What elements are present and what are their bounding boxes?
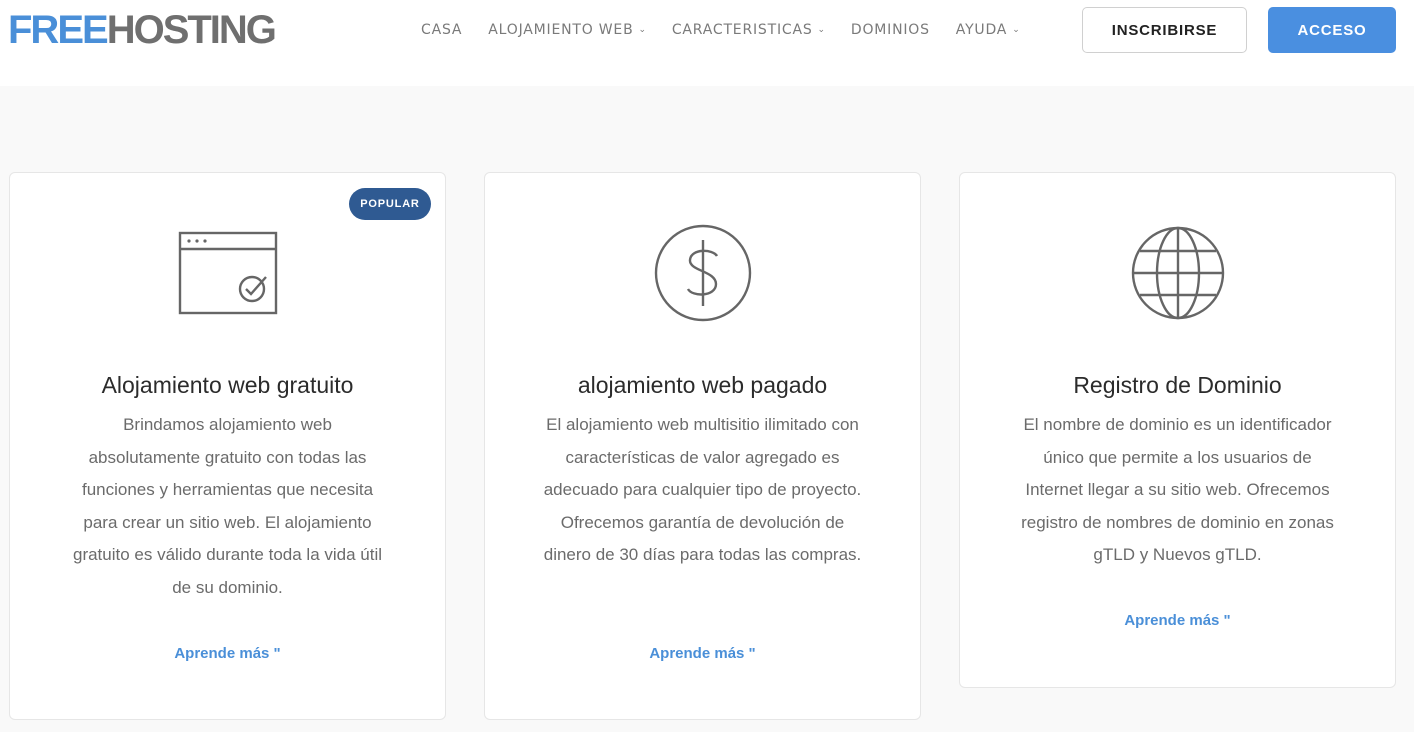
nav-label-alojamiento-web: ALOJAMIENTO WEB [488,22,634,38]
learn-more-link[interactable]: Aprende más " [485,645,920,662]
nav-label-ayuda: AYUDA [955,22,1008,38]
dollar-coin-icon [653,223,753,323]
card-description: El alojamiento web multisitio ilimitado … [543,415,862,565]
card-title: alojamiento web pagado [577,372,828,398]
chevron-down-icon: ⌄ [638,25,647,35]
popular-badge: POPULAR [349,188,431,220]
login-button[interactable]: ACCESO [1268,7,1396,53]
nav-item-alojamiento-web[interactable]: ALOJAMIENTO WEB ⌄ [488,22,647,38]
logo-part-free: FREE [8,8,109,52]
learn-more-link[interactable]: Aprende más " [960,612,1395,629]
freehosting-logo[interactable]: FREEHOSTING [8,8,277,52]
site-header: FREEHOSTING CASA ALOJAMIENTO WEB ⌄ CARAC… [0,0,1414,86]
card-domain-registration: Registro de Dominio El nombre de dominio… [959,172,1396,688]
card-description: Brindamos alojamiento web absolutamente … [72,415,383,597]
nav-label-caracteristicas: CARACTERISTICAS [671,22,813,38]
nav-label-casa: CASA [421,22,463,38]
nav-item-ayuda[interactable]: AYUDA ⌄ [956,22,1021,38]
card-free-hosting: POPULAR Alojamiento web gratuito Brindam… [9,172,446,720]
nav-label-dominios: DOMINIOS [850,22,930,38]
main-nav: CASA ALOJAMIENTO WEB ⌄ CARACTERISTICAS ⌄… [421,19,1021,41]
card-description: El nombre de dominio es un identificador… [1021,415,1334,565]
chevron-down-icon: ⌄ [817,25,826,35]
chevron-down-icon: ⌄ [1012,25,1021,35]
nav-item-dominios[interactable]: DOMINIOS [851,22,930,38]
globe-icon [1128,223,1228,323]
learn-more-link[interactable]: Aprende más " [10,645,445,662]
logo-part-hosting: HOSTING [106,8,277,52]
nav-item-casa[interactable]: CASA [421,22,462,38]
signup-button[interactable]: INSCRIBIRSE [1082,7,1247,53]
card-title: Registro de Dominio [1073,372,1282,398]
nav-item-caracteristicas[interactable]: CARACTERISTICAS ⌄ [672,22,826,38]
card-paid-hosting: alojamiento web pagado El alojamiento we… [484,172,921,720]
browser-check-icon [178,223,278,323]
card-title: Alojamiento web gratuito [101,372,354,398]
